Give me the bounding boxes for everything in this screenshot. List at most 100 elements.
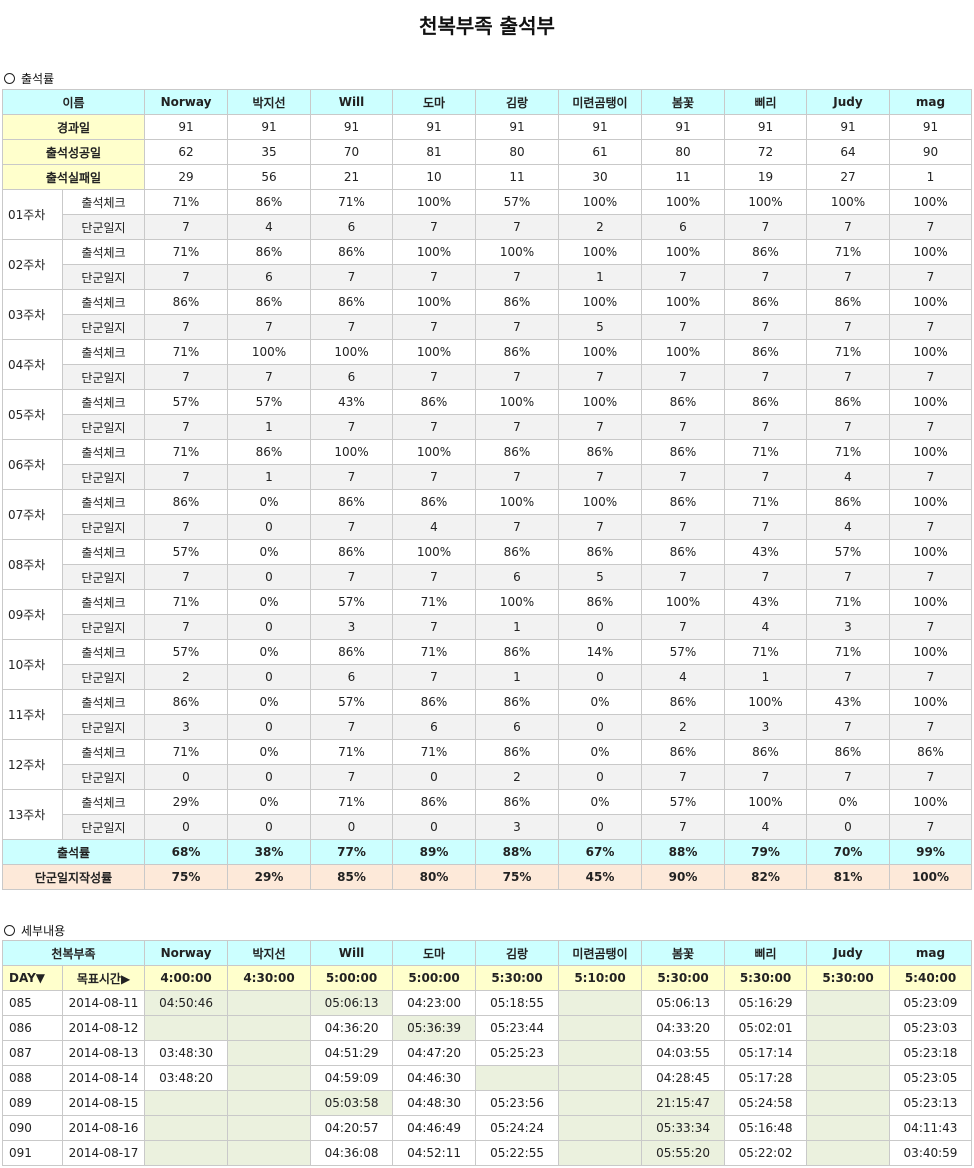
diary-value: 7 [144, 214, 228, 240]
diary-value: 5 [558, 564, 642, 590]
member-header: 봄꽃 [641, 89, 725, 115]
check-value: 100% [889, 489, 972, 515]
check-value: 86% [558, 439, 642, 465]
diary-value: 7 [144, 364, 228, 390]
check-value: 43% [724, 539, 807, 565]
check-value: 100% [475, 489, 559, 515]
check-value: 86% [310, 639, 393, 665]
check-time: 05:22:55 [475, 1140, 560, 1166]
diary-value: 7 [724, 464, 807, 490]
date: 2014-08-11 [61, 990, 146, 1016]
check-time [806, 1090, 891, 1116]
check-time: 05:06:13 [641, 990, 726, 1016]
diary-value: 7 [724, 214, 807, 240]
diary-value: 7 [392, 664, 476, 690]
diary-value: 7 [889, 614, 972, 640]
diary-value: 7 [144, 414, 228, 440]
member-header: Will [310, 89, 393, 115]
check-value: 57% [144, 389, 228, 415]
diary-value: 7 [310, 464, 393, 490]
summary-value: 72 [724, 139, 807, 165]
diary-value: 7 [310, 314, 393, 340]
diary-value: 7 [475, 464, 559, 490]
check-value: 71% [392, 589, 476, 615]
check-value: 86% [144, 489, 228, 515]
rate-value: 70% [806, 839, 890, 865]
check-value: 100% [392, 189, 476, 215]
check-value: 29% [144, 789, 228, 815]
diary-value: 7 [558, 414, 642, 440]
diary-value: 7 [806, 664, 890, 690]
check-value: 100% [724, 689, 807, 715]
check-value: 71% [310, 189, 393, 215]
check-time [806, 1040, 891, 1066]
check-value: 0% [227, 539, 311, 565]
diary-value: 2 [475, 764, 559, 790]
check-value: 71% [724, 439, 807, 465]
detail-header-row: 천복부족 Norway 박지선 Will 도마 김랑 미련곰탱이 봄꽃 삐리 Judy mag [1, 940, 972, 966]
diary-value: 4 [806, 464, 890, 490]
detail-row: 089 2014-08-15 05:03:58 04:48:30 05:23:56 21:… [2, 1090, 972, 1116]
diary-value: 7 [310, 564, 393, 590]
day-sort-header[interactable]: DAY▼ [2, 965, 63, 991]
diary-value: 7 [806, 714, 890, 740]
target-time: 5:10:00 [558, 965, 643, 991]
diary-value: 6 [310, 664, 393, 690]
rate-value: 100% [889, 864, 972, 890]
check-time: 05:22:02 [724, 1140, 808, 1166]
diary-value: 7 [806, 764, 890, 790]
check-value: 14% [558, 639, 642, 665]
week-diary-row: 단군일지 7 1 7 7 7 7 7 7 4 7 [3, 464, 972, 490]
diary-value: 0 [558, 714, 642, 740]
diary-label: 단군일지 [62, 214, 145, 240]
diary-value: 2 [641, 714, 725, 740]
check-value: 100% [641, 189, 725, 215]
check-value: 100% [558, 389, 642, 415]
check-label: 출석체크 [62, 439, 145, 465]
check-value: 100% [889, 689, 972, 715]
check-value: 100% [889, 289, 972, 315]
diary-value: 0 [144, 814, 228, 840]
check-value: 86% [558, 539, 642, 565]
check-value: 100% [558, 239, 642, 265]
check-value: 100% [806, 189, 890, 215]
summary-value: 81 [392, 139, 476, 165]
member-header: Norway [144, 89, 228, 115]
summary-value: 1 [889, 164, 972, 190]
diary-value: 7 [724, 364, 807, 390]
check-time [806, 1140, 891, 1166]
diary-value: 7 [889, 264, 972, 290]
diary-value: 4 [227, 214, 311, 240]
target-time: 5:30:00 [641, 965, 726, 991]
summary-value: 91 [641, 114, 725, 140]
week-label: 04주차 [2, 339, 63, 390]
check-value: 86% [310, 489, 393, 515]
check-value: 100% [889, 189, 972, 215]
diary-value: 7 [806, 264, 890, 290]
week-diary-row: 단군일지 0 0 0 0 3 0 7 4 0 7 [3, 814, 972, 840]
week-label: 05주차 [2, 389, 63, 440]
week-check-row: 13주차 출석체크 29% 0% 71% 86% 86% 0% 57% 100% 0% 100% [2, 789, 972, 840]
check-value: 57% [310, 689, 393, 715]
week-label: 02주차 [2, 239, 63, 290]
check-value: 71% [806, 339, 890, 365]
detail-row: 086 2014-08-12 04:36:20 05:36:39 05:23:44 04:… [2, 1015, 972, 1041]
member-header: 봄꽃 [641, 940, 726, 966]
diary-value: 7 [144, 514, 228, 540]
check-value: 71% [144, 739, 228, 765]
summary-value: 56 [227, 164, 311, 190]
summary-value: 91 [558, 114, 642, 140]
check-time: 04:28:45 [641, 1065, 726, 1091]
check-label: 출석체크 [62, 589, 145, 615]
week-diary-row: 단군일지 7 7 6 7 7 7 7 7 7 7 [3, 364, 972, 390]
diary-value: 6 [392, 714, 476, 740]
diary-value: 4 [392, 514, 476, 540]
check-time: 05:23:56 [475, 1090, 560, 1116]
diary-value: 3 [806, 614, 890, 640]
day-number: 086 [2, 1015, 63, 1041]
detail-row: 090 2014-08-16 04:20:57 04:46:49 05:24:24 05:… [2, 1115, 972, 1141]
diary-value: 0 [558, 664, 642, 690]
check-time: 05:03:58 [310, 1090, 394, 1116]
check-value: 71% [144, 189, 228, 215]
check-value: 86% [641, 439, 725, 465]
